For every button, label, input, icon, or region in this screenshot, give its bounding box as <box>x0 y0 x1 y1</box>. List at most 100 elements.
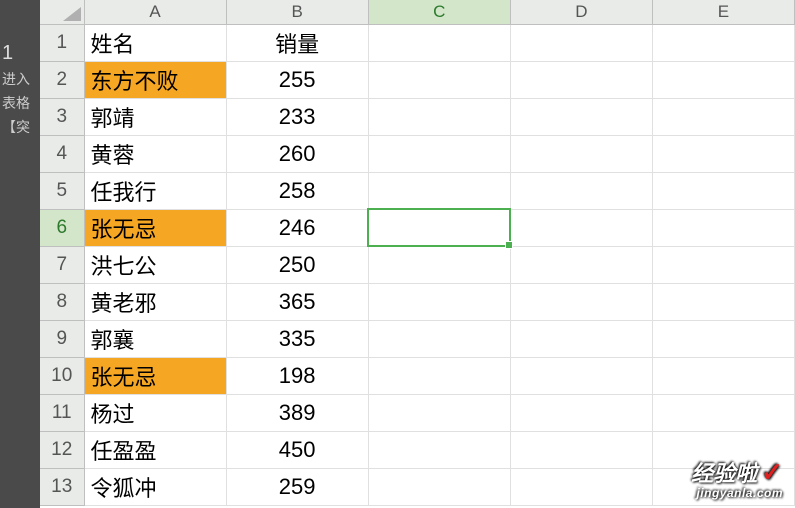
cell-D2[interactable] <box>510 61 652 98</box>
cell-D5[interactable] <box>510 172 652 209</box>
cell-A12[interactable]: 任盈盈 <box>84 431 226 468</box>
cell-D6[interactable] <box>510 209 652 246</box>
cell-C12[interactable] <box>368 431 510 468</box>
row-header[interactable]: 6 <box>40 209 84 246</box>
cell-C11[interactable] <box>368 394 510 431</box>
cell-A3[interactable]: 郭靖 <box>84 98 226 135</box>
table-row: 5任我行258 <box>40 172 795 209</box>
row-header[interactable]: 12 <box>40 431 84 468</box>
cell-D13[interactable] <box>510 468 652 505</box>
cell-A11[interactable]: 杨过 <box>84 394 226 431</box>
cell-E7[interactable] <box>652 246 794 283</box>
cell-E2[interactable] <box>652 61 794 98</box>
cell-C2[interactable] <box>368 61 510 98</box>
cell-B1[interactable]: 销量 <box>226 24 368 61</box>
cell-E9[interactable] <box>652 320 794 357</box>
table-row: 10张无忌198 <box>40 357 795 394</box>
cell-D9[interactable] <box>510 320 652 357</box>
cell-E4[interactable] <box>652 135 794 172</box>
cell-B13[interactable]: 259 <box>226 468 368 505</box>
column-header-D[interactable]: D <box>510 0 652 24</box>
cell-D3[interactable] <box>510 98 652 135</box>
row-header[interactable]: 10 <box>40 357 84 394</box>
cell-E1[interactable] <box>652 24 794 61</box>
cell-D7[interactable] <box>510 246 652 283</box>
grid: ABCDE 1姓名销量2东方不败2553郭靖2334黄蓉2605任我行2586张… <box>40 0 795 506</box>
select-all-corner[interactable] <box>40 0 84 24</box>
cell-B2[interactable]: 255 <box>226 61 368 98</box>
cell-A2[interactable]: 东方不败 <box>84 61 226 98</box>
cell-C9[interactable] <box>368 320 510 357</box>
cell-D1[interactable] <box>510 24 652 61</box>
cell-C10[interactable] <box>368 357 510 394</box>
cell-C4[interactable] <box>368 135 510 172</box>
cell-D4[interactable] <box>510 135 652 172</box>
cell-B3[interactable]: 233 <box>226 98 368 135</box>
cell-D8[interactable] <box>510 283 652 320</box>
table-row: 3郭靖233 <box>40 98 795 135</box>
cell-E13[interactable] <box>652 468 794 505</box>
cell-A6[interactable]: 张无忌 <box>84 209 226 246</box>
column-header-B[interactable]: B <box>226 0 368 24</box>
cell-E10[interactable] <box>652 357 794 394</box>
table-row: 6张无忌246 <box>40 209 795 246</box>
cell-C7[interactable] <box>368 246 510 283</box>
column-header-E[interactable]: E <box>652 0 794 24</box>
row-header[interactable]: 9 <box>40 320 84 357</box>
table-row: 12任盈盈450 <box>40 431 795 468</box>
cell-B10[interactable]: 198 <box>226 357 368 394</box>
cell-E8[interactable] <box>652 283 794 320</box>
row-header[interactable]: 2 <box>40 61 84 98</box>
cell-B4[interactable]: 260 <box>226 135 368 172</box>
table-row: 2东方不败255 <box>40 61 795 98</box>
row-header[interactable]: 11 <box>40 394 84 431</box>
cell-B9[interactable]: 335 <box>226 320 368 357</box>
row-header[interactable]: 4 <box>40 135 84 172</box>
app-sidebar: 1 进入 表格 【突 <box>0 0 40 508</box>
spreadsheet[interactable]: ABCDE 1姓名销量2东方不败2553郭靖2334黄蓉2605任我行2586张… <box>40 0 795 508</box>
row-header[interactable]: 13 <box>40 468 84 505</box>
cell-B7[interactable]: 250 <box>226 246 368 283</box>
cell-E5[interactable] <box>652 172 794 209</box>
cell-C5[interactable] <box>368 172 510 209</box>
row-header[interactable]: 5 <box>40 172 84 209</box>
cell-B8[interactable]: 365 <box>226 283 368 320</box>
cell-D12[interactable] <box>510 431 652 468</box>
cell-B12[interactable]: 450 <box>226 431 368 468</box>
cell-C3[interactable] <box>368 98 510 135</box>
sidebar-text: 表格 <box>0 91 40 115</box>
cell-A1[interactable]: 姓名 <box>84 24 226 61</box>
table-row: 1姓名销量 <box>40 24 795 61</box>
cell-A5[interactable]: 任我行 <box>84 172 226 209</box>
cell-C13[interactable] <box>368 468 510 505</box>
cell-A7[interactable]: 洪七公 <box>84 246 226 283</box>
cell-A4[interactable]: 黄蓉 <box>84 135 226 172</box>
cell-C6[interactable] <box>368 209 510 246</box>
cell-C1[interactable] <box>368 24 510 61</box>
table-row: 7洪七公250 <box>40 246 795 283</box>
cell-D11[interactable] <box>510 394 652 431</box>
cell-A8[interactable]: 黄老邪 <box>84 283 226 320</box>
sidebar-text: 【突 <box>0 115 40 139</box>
cell-E6[interactable] <box>652 209 794 246</box>
row-header[interactable]: 3 <box>40 98 84 135</box>
cell-E12[interactable] <box>652 431 794 468</box>
cell-B11[interactable]: 389 <box>226 394 368 431</box>
table-row: 11杨过389 <box>40 394 795 431</box>
cell-A10[interactable]: 张无忌 <box>84 357 226 394</box>
table-row: 4黄蓉260 <box>40 135 795 172</box>
cell-C8[interactable] <box>368 283 510 320</box>
column-header-C[interactable]: C <box>368 0 510 24</box>
row-header[interactable]: 1 <box>40 24 84 61</box>
cell-A13[interactable]: 令狐冲 <box>84 468 226 505</box>
row-header[interactable]: 7 <box>40 246 84 283</box>
row-header[interactable]: 8 <box>40 283 84 320</box>
cell-B6[interactable]: 246 <box>226 209 368 246</box>
column-header-A[interactable]: A <box>84 0 226 24</box>
table-row: 13令狐冲259 <box>40 468 795 505</box>
cell-B5[interactable]: 258 <box>226 172 368 209</box>
cell-E11[interactable] <box>652 394 794 431</box>
cell-E3[interactable] <box>652 98 794 135</box>
cell-A9[interactable]: 郭襄 <box>84 320 226 357</box>
cell-D10[interactable] <box>510 357 652 394</box>
